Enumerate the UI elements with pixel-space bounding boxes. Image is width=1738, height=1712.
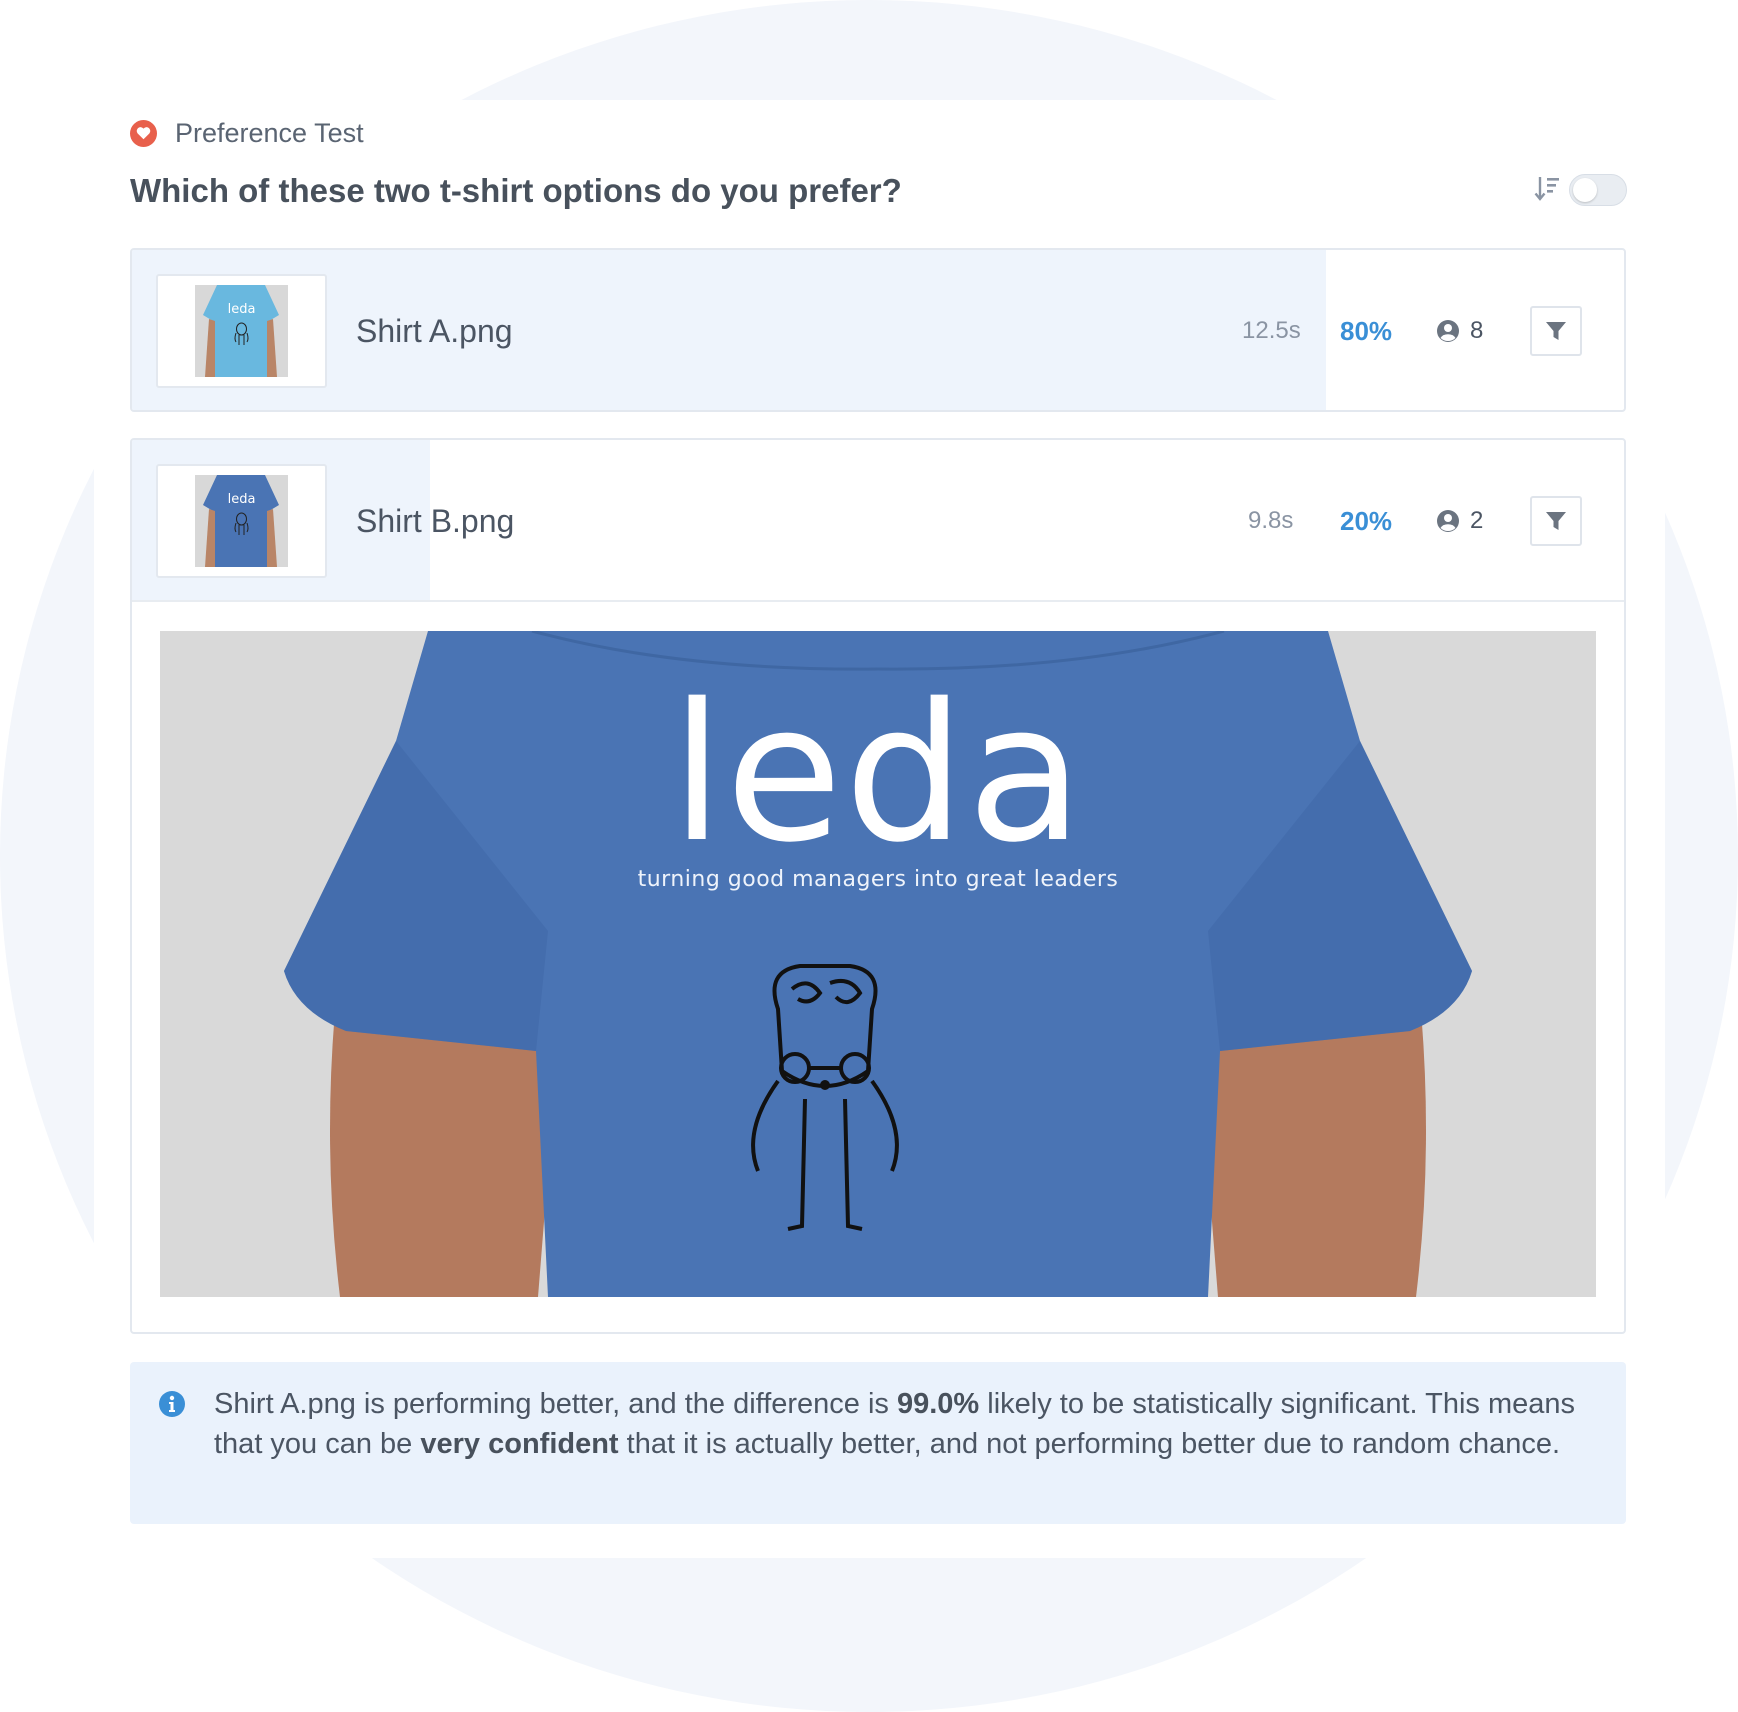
user-count: 2 <box>1470 507 1484 534</box>
toggle-knob <box>1573 178 1597 202</box>
shirt-thumbnail-image: leda <box>195 475 288 567</box>
message-text: that it is actually better, and not perf… <box>618 1428 1561 1460</box>
user-count-group: 8 <box>1436 250 1484 410</box>
shirt-thumbnail-image: leda <box>195 285 288 377</box>
option-row[interactable]: leda Shirt A.png 12.5s 80% 8 <box>132 250 1624 410</box>
user-circle-icon <box>1437 320 1459 342</box>
significance-value: 99.0% <box>896 1388 980 1420</box>
vote-percentage: 20% <box>1340 506 1393 536</box>
test-type-header: Preference Test <box>130 116 364 150</box>
user-count-group: 2 <box>1436 440 1483 602</box>
avg-time: 9.8s <box>1248 507 1294 534</box>
option-file-name: Shirt A.png <box>356 313 513 349</box>
heart-icon <box>130 119 157 147</box>
filter-icon <box>1546 512 1566 530</box>
option-thumbnail[interactable]: leda <box>156 464 327 578</box>
thumb-logo-text: leda <box>228 492 256 507</box>
test-type-label: Preference Test <box>175 117 364 148</box>
option-thumbnail[interactable]: leda <box>156 274 327 388</box>
filter-button[interactable] <box>1530 306 1582 356</box>
shirt-logo-text: leda <box>670 663 1086 884</box>
significance-message: Shirt A.png is performing better, and th… <box>214 1384 1594 1464</box>
shirt-tagline: turning good managers into great leaders <box>637 867 1119 892</box>
filter-button[interactable] <box>1530 496 1582 546</box>
shirt-preview-image: leda turning good managers into great le… <box>160 631 1596 1297</box>
user-count: 8 <box>1470 317 1484 344</box>
message-text: Shirt A.png is performing better, and th… <box>214 1388 897 1420</box>
confidence-level: very confident <box>420 1428 619 1460</box>
option-card-a: leda Shirt A.png 12.5s 80% 8 <box>130 248 1626 412</box>
significance-info-box: Shirt A.png is performing better, and th… <box>130 1362 1626 1524</box>
filter-icon <box>1546 322 1566 340</box>
question-title: Which of these two t-shirt options do yo… <box>130 172 902 209</box>
info-circle-icon <box>159 1391 185 1417</box>
option-row[interactable]: leda Shirt B.png 9.8s 20% 2 <box>132 440 1624 602</box>
sort-toggle[interactable] <box>1569 174 1627 206</box>
option-card-b: leda Shirt B.png 9.8s 20% 2 leda turning… <box>130 438 1626 1334</box>
avg-time: 12.5s <box>1242 317 1301 344</box>
user-circle-icon <box>1437 510 1459 532</box>
thumb-logo-text: leda <box>228 302 256 317</box>
vote-percentage: 80% <box>1340 316 1393 346</box>
option-file-name: Shirt B.png <box>356 503 515 539</box>
sort-icon[interactable] <box>1534 174 1560 204</box>
